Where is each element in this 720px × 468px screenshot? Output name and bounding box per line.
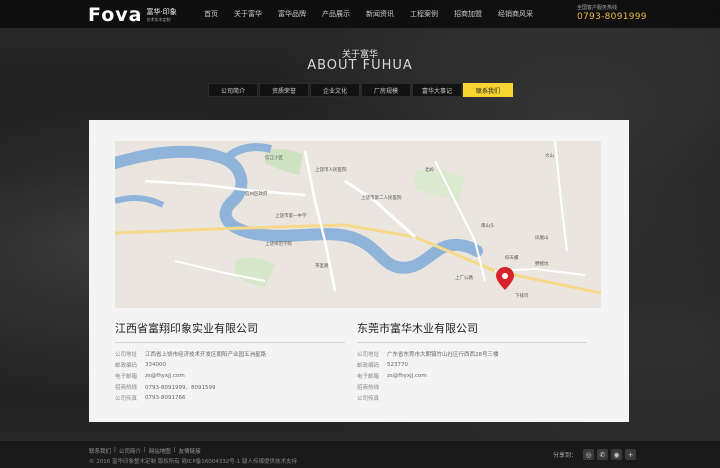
tab-company-profile[interactable]: 公司简介: [208, 83, 258, 97]
detail-address: 公司地址 广东省东莞市大朗镇竹山社区行西西28号三楼: [357, 351, 499, 358]
company-card-dongguan: 东莞市富华木业有限公司 公司地址 广东省东莞市大朗镇竹山社区行西西28号三楼 邮政…: [357, 320, 587, 403]
site-footer: 联系我们 | 公司简介 | 网站地图 | 友情链接 © 2016 富华印象整木定…: [0, 440, 720, 468]
detail-email: 电子邮箱 zs@fhyxjj.com: [357, 372, 427, 380]
footer-separator: |: [143, 447, 146, 453]
company-details: 公司地址 江西省上饶市经济技术开发区朝阳产业园五洲星路 邮政编码 334000 电子…: [115, 348, 345, 403]
hotline: 全国客户服务热线 0793-8091999: [577, 4, 647, 22]
tab-qualifications[interactable]: 资质荣誉: [259, 83, 309, 97]
svg-text:上饶市第一中学: 上饶市第一中学: [275, 212, 307, 219]
svg-text:上饶师范学院: 上饶师范学院: [265, 240, 292, 247]
nav-item-dealers[interactable]: 经销商风采: [490, 9, 541, 19]
footer-separator: |: [173, 447, 176, 453]
location-map[interactable]: 信江小区 上饶市人民医院 信州区政府 上饶市第二人民医院 上饶市第一中学 上饶师…: [115, 141, 601, 308]
svg-text:信江小区: 信江小区: [265, 154, 283, 161]
tab-factory[interactable]: 厂房规模: [361, 83, 411, 97]
footer-link-friends[interactable]: 友情链接: [179, 447, 201, 455]
detail-postcode: 邮政编码 523770: [357, 361, 408, 369]
svg-text:北岭: 北岭: [425, 166, 434, 173]
top-header: Fova 富华·印象 艺术实木定制 首页 关于富华 富华品牌 产品展示 新闻资讯…: [0, 0, 720, 28]
detail-hotline: 招商热线 0793-8091999、8091599: [115, 384, 216, 391]
svg-text:上饶市人民医院: 上饶市人民医院: [315, 166, 347, 173]
nav-item-franchise[interactable]: 招商加盟: [446, 9, 490, 19]
svg-text:茶圣路: 茶圣路: [315, 262, 329, 269]
svg-text:野猪坑: 野猪坑: [535, 260, 549, 267]
nav-item-about[interactable]: 关于富华: [226, 9, 270, 19]
section-title-en: ABOUT FUHUA: [307, 58, 413, 73]
share-label: 分享到：: [553, 452, 578, 459]
svg-text:上饶市第二人民医院: 上饶市第二人民医院: [361, 194, 402, 201]
svg-text:南山头: 南山头: [481, 222, 495, 229]
nav-item-news[interactable]: 新闻资讯: [358, 9, 402, 19]
detail-address: 公司地址 江西省上饶市经济技术开发区朝阳产业园五洲星路: [115, 351, 267, 358]
logo-subtitle: 富华·印象: [146, 7, 177, 16]
detail-hotline: 招商热线: [357, 384, 380, 391]
tab-milestones[interactable]: 富华大事记: [412, 83, 462, 97]
footer-link-contact[interactable]: 联系我们: [89, 447, 111, 455]
detail-fax: 公司传真 0793-8091766: [115, 394, 186, 402]
logo-wordmark: Fova: [88, 4, 143, 26]
tab-culture[interactable]: 企业文化: [310, 83, 360, 97]
copyright-text: © 2016 富华印象整木定制 版权所有 赣ICP备16004332号-1 骏人…: [89, 459, 297, 465]
footer-separator: |: [114, 447, 116, 453]
about-subnav: 公司简介 资质荣誉 企业文化 厂房规模 富华大事记 联系我们: [208, 83, 514, 97]
svg-text:大山: 大山: [545, 152, 554, 159]
detail-postcode: 邮政编码 334000: [115, 361, 166, 369]
tab-contact-us[interactable]: 联系我们: [463, 83, 513, 97]
logo-tagline: 艺术实木定制: [146, 16, 171, 22]
qq-icon[interactable]: ◉: [611, 449, 623, 460]
contact-panel: 信江小区 上饶市人民医院 信州区政府 上饶市第二人民医院 上饶市第一中学 上饶师…: [89, 120, 629, 422]
svg-text:上广公路: 上广公路: [455, 274, 473, 281]
nav-item-home[interactable]: 首页: [196, 9, 226, 19]
svg-text:仰天螺: 仰天螺: [505, 254, 519, 261]
svg-text:凤凰山: 凤凰山: [535, 234, 549, 241]
footer-link-sitemap[interactable]: 网站地图: [149, 447, 171, 455]
company-card-jiangxi: 江西省富翔印象实业有限公司 公司地址 江西省上饶市经济技术开发区朝阳产业园五洲星路…: [115, 320, 345, 403]
wechat-icon[interactable]: ✆: [597, 449, 609, 460]
company-name: 东莞市富华木业有限公司: [357, 320, 587, 343]
nav-item-brand[interactable]: 富华品牌: [270, 9, 314, 19]
detail-fax: 公司传真: [357, 395, 380, 402]
svg-text:信州区政府: 信州区政府: [245, 190, 268, 197]
weibo-icon[interactable]: ◎: [583, 449, 595, 460]
more-share-icon[interactable]: +: [625, 449, 637, 460]
site-logo[interactable]: Fova 富华·印象 艺术实木定制: [88, 4, 177, 26]
share-bar: 分享到： ◎ ✆ ◉ +: [553, 449, 639, 460]
detail-email: 电子邮箱 zs@fhyxjj.com: [115, 372, 185, 380]
footer-link-profile[interactable]: 公司简介: [119, 447, 141, 455]
nav-item-products[interactable]: 产品展示: [314, 9, 358, 19]
nav-item-cases[interactable]: 工程案例: [402, 9, 446, 19]
company-name: 江西省富翔印象实业有限公司: [115, 320, 345, 343]
company-details: 公司地址 广东省东莞市大朗镇竹山社区行西西28号三楼 邮政编码 523770 电子邮…: [357, 348, 587, 403]
map-graphic: 信江小区 上饶市人民医院 信州区政府 上饶市第二人民医院 上饶市第一中学 上饶师…: [115, 141, 601, 308]
hotline-number: 0793-8091999: [577, 12, 647, 22]
main-nav: 首页 关于富华 富华品牌 产品展示 新闻资讯 工程案例 招商加盟 经销商风采: [196, 0, 541, 28]
footer-links: 联系我们 | 公司简介 | 网站地图 | 友情链接: [89, 447, 204, 455]
hotline-label: 全国客户服务热线: [577, 5, 618, 11]
svg-text:下排坞: 下排坞: [515, 292, 529, 299]
